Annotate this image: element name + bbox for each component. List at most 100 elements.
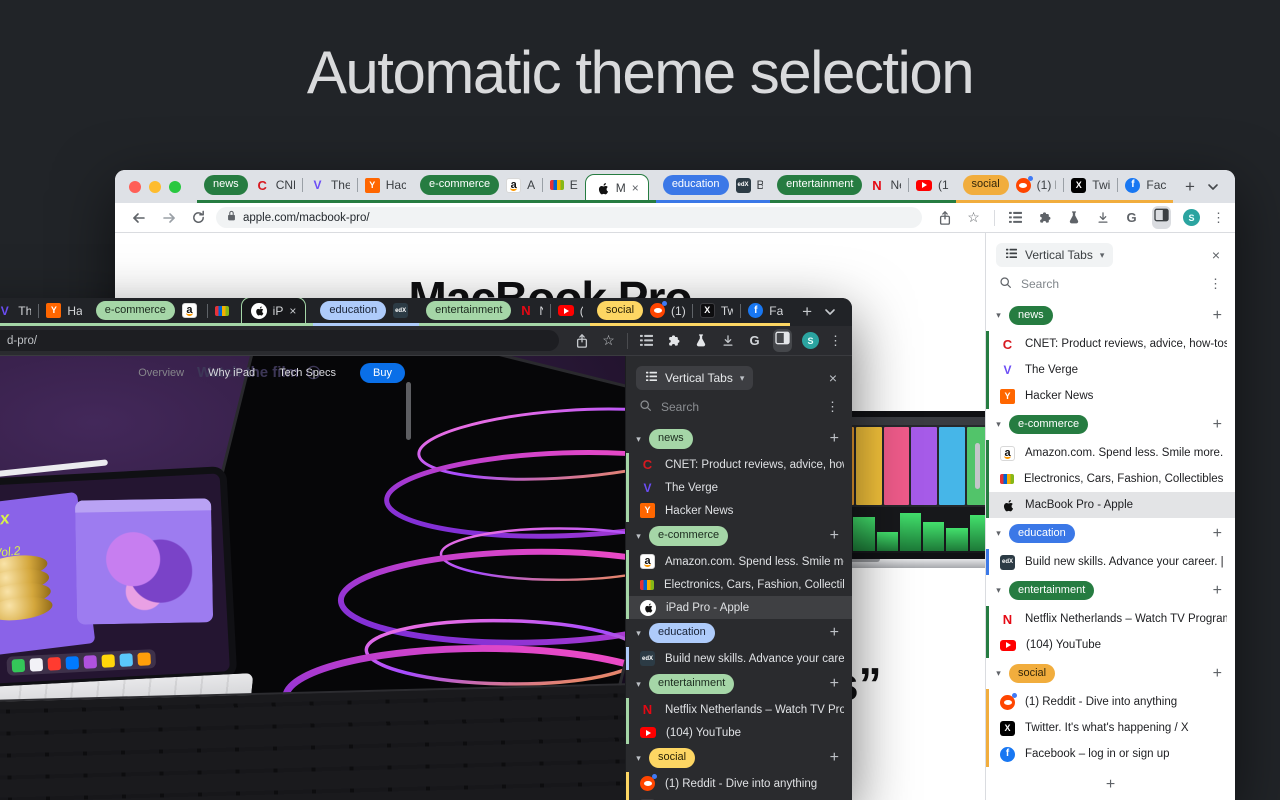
group-header-ecommerce[interactable]: e-commerce: [986, 409, 1235, 440]
minimize-window-button[interactable]: [149, 180, 161, 193]
extensions-puzzle-icon[interactable]: [1036, 209, 1053, 226]
tab-group-pill-social[interactable]: social: [962, 175, 1009, 195]
collapse-chevron-icon[interactable]: [993, 528, 1004, 539]
tab-row-twitter[interactable]: XTwitter. It's what's happening / X: [629, 795, 852, 800]
tab-netflix[interactable]: NNetfli: [518, 303, 543, 318]
close-tab-icon[interactable]: [632, 181, 639, 195]
tab-twitter[interactable]: XTwitte: [1071, 177, 1110, 193]
tab-active-ipad-pro[interactable]: iP: [240, 298, 307, 323]
group-pill-education[interactable]: education: [1009, 523, 1075, 544]
add-tab-to-group-icon[interactable]: [1213, 582, 1222, 600]
tab-active-macbook-pro[interactable]: M: [584, 174, 649, 200]
tab-row-ebay[interactable]: Electronics, Cars, Fashion, Collectibles…: [629, 573, 852, 596]
collapse-chevron-icon[interactable]: [993, 668, 1004, 679]
close-panel-icon[interactable]: [829, 370, 842, 386]
tab-row-netflix[interactable]: NNetflix Netherlands – Watch TV Programm…: [629, 698, 852, 721]
panel-new-tab-button[interactable]: [986, 767, 1235, 800]
share-icon[interactable]: [573, 332, 590, 349]
address-bar[interactable]: d-pro/: [0, 330, 559, 351]
tab-youtube[interactable]: (104): [915, 178, 949, 192]
tab-row-amazon[interactable]: a Amazon.com. Spend less. Smile more.: [629, 550, 852, 573]
tab-row-edx[interactable]: edXBuild new skills. Advance your career…: [989, 549, 1235, 575]
collapse-chevron-icon[interactable]: [633, 753, 644, 764]
group-pill-education[interactable]: education: [649, 623, 715, 643]
google-icon[interactable]: G: [1123, 209, 1140, 226]
tab-search-chevron-icon[interactable]: [824, 303, 842, 321]
group-pill-entertainment[interactable]: entertainment: [649, 674, 735, 694]
tab-search-chevron-icon[interactable]: [1207, 178, 1225, 196]
new-tab-button[interactable]: [790, 302, 824, 322]
reload-button[interactable]: [191, 210, 206, 225]
close-tab-icon[interactable]: [289, 304, 296, 318]
tab-row-ipad-pro-selected[interactable]: iPad Pro - Apple: [629, 596, 852, 619]
tab-amazon[interactable]: aAmaz: [181, 303, 201, 318]
browser-menu-icon[interactable]: [1212, 210, 1225, 226]
group-pill-ecommerce[interactable]: e-commerce: [649, 526, 729, 546]
page-scrollbar[interactable]: [975, 443, 980, 489]
close-window-button[interactable]: [129, 180, 141, 193]
group-pill-social[interactable]: social: [649, 748, 696, 768]
group-header-entertainment[interactable]: entertainment: [626, 670, 852, 698]
new-tab-button[interactable]: [1173, 177, 1207, 197]
group-header-news[interactable]: news: [986, 300, 1235, 331]
group-pill-social[interactable]: social: [1009, 663, 1056, 684]
share-icon[interactable]: [936, 209, 953, 226]
collapse-chevron-icon[interactable]: [993, 585, 1004, 596]
google-icon[interactable]: G: [746, 332, 763, 349]
collapse-chevron-icon[interactable]: [633, 628, 644, 639]
tab-group-pill-education[interactable]: education: [662, 175, 729, 195]
add-tab-to-group-icon[interactable]: [1213, 665, 1222, 683]
browser-menu-icon[interactable]: [829, 333, 842, 349]
flask-icon[interactable]: [692, 332, 709, 349]
tab-cnet[interactable]: CCNET: [255, 178, 294, 193]
group-pill-ecommerce[interactable]: e-commerce: [1009, 414, 1089, 435]
tab-amazon[interactable]: aAmaz: [506, 177, 535, 193]
tab-group-pill-news[interactable]: news: [204, 175, 248, 195]
bookmark-star-icon[interactable]: ☆: [965, 209, 982, 226]
add-tab-to-group-icon[interactable]: [830, 675, 839, 693]
panel-search[interactable]: Search: [639, 399, 839, 415]
collapse-chevron-icon[interactable]: [633, 434, 644, 445]
tab-row-facebook[interactable]: f Facebook – log in or sign up: [989, 741, 1235, 767]
tab-row-hackernews[interactable]: Y Hacker News: [989, 383, 1235, 409]
side-panel-toggle[interactable]: [773, 329, 792, 352]
download-icon[interactable]: [719, 332, 736, 349]
collapse-chevron-icon[interactable]: [633, 531, 644, 542]
tab-group-pill-education[interactable]: education: [320, 300, 387, 321]
group-header-social[interactable]: social: [626, 744, 852, 772]
tab-verge[interactable]: VThe V: [0, 303, 32, 318]
extensions-puzzle-icon[interactable]: [665, 332, 682, 349]
download-icon[interactable]: [1094, 209, 1111, 226]
add-tab-to-group-icon[interactable]: [830, 624, 839, 642]
tab-row-hackernews[interactable]: Y Hacker News: [629, 499, 852, 522]
add-tab-to-group-icon[interactable]: [1213, 307, 1222, 325]
nav-overview-link[interactable]: Overview: [138, 367, 184, 379]
tab-row-amazon[interactable]: a Amazon.com. Spend less. Smile more.: [989, 440, 1235, 466]
tab-row-netflix[interactable]: NNetflix Netherlands – Watch TV Programm…: [989, 606, 1235, 632]
add-tab-to-group-icon[interactable]: [1213, 416, 1222, 434]
tab-facebook[interactable]: fFaceb: [748, 303, 783, 318]
panel-title-dropdown[interactable]: Vertical Tabs: [636, 366, 754, 390]
tab-netflix[interactable]: NNetfli: [869, 178, 901, 193]
profile-avatar[interactable]: S: [1183, 209, 1200, 226]
tab-group-pill-ecommerce[interactable]: e-commerce: [420, 175, 500, 195]
close-panel-icon[interactable]: [1212, 247, 1225, 263]
add-tab-to-group-icon[interactable]: [830, 527, 839, 545]
group-header-education[interactable]: education: [986, 518, 1235, 549]
collapse-chevron-icon[interactable]: [633, 679, 644, 690]
panel-title-dropdown[interactable]: Vertical Tabs: [996, 243, 1114, 267]
collapse-chevron-icon[interactable]: [993, 419, 1004, 430]
tab-group-pill-ecommerce[interactable]: e-commerce: [95, 300, 175, 321]
tab-row-twitter[interactable]: XTwitter. It's what's happening / X: [989, 715, 1235, 741]
tab-reddit[interactable]: (1) Re: [1015, 175, 1056, 193]
tab-ebay[interactable]: Electr: [215, 304, 233, 318]
tab-hackernews[interactable]: YHacke: [364, 177, 406, 193]
tab-row-macbook-pro-selected[interactable]: MacBook Pro - Apple: [989, 492, 1235, 518]
flask-icon[interactable]: [1065, 209, 1082, 226]
group-header-ecommerce[interactable]: e-commerce: [626, 522, 852, 550]
tab-row-ebay[interactable]: Electronics, Cars, Fashion, Collectibles…: [989, 466, 1235, 492]
vertical-tabs-extension-icon[interactable]: [638, 332, 655, 349]
maximize-window-button[interactable]: [169, 180, 181, 193]
side-panel-toggle[interactable]: [1152, 206, 1171, 229]
group-header-education[interactable]: education: [626, 619, 852, 647]
